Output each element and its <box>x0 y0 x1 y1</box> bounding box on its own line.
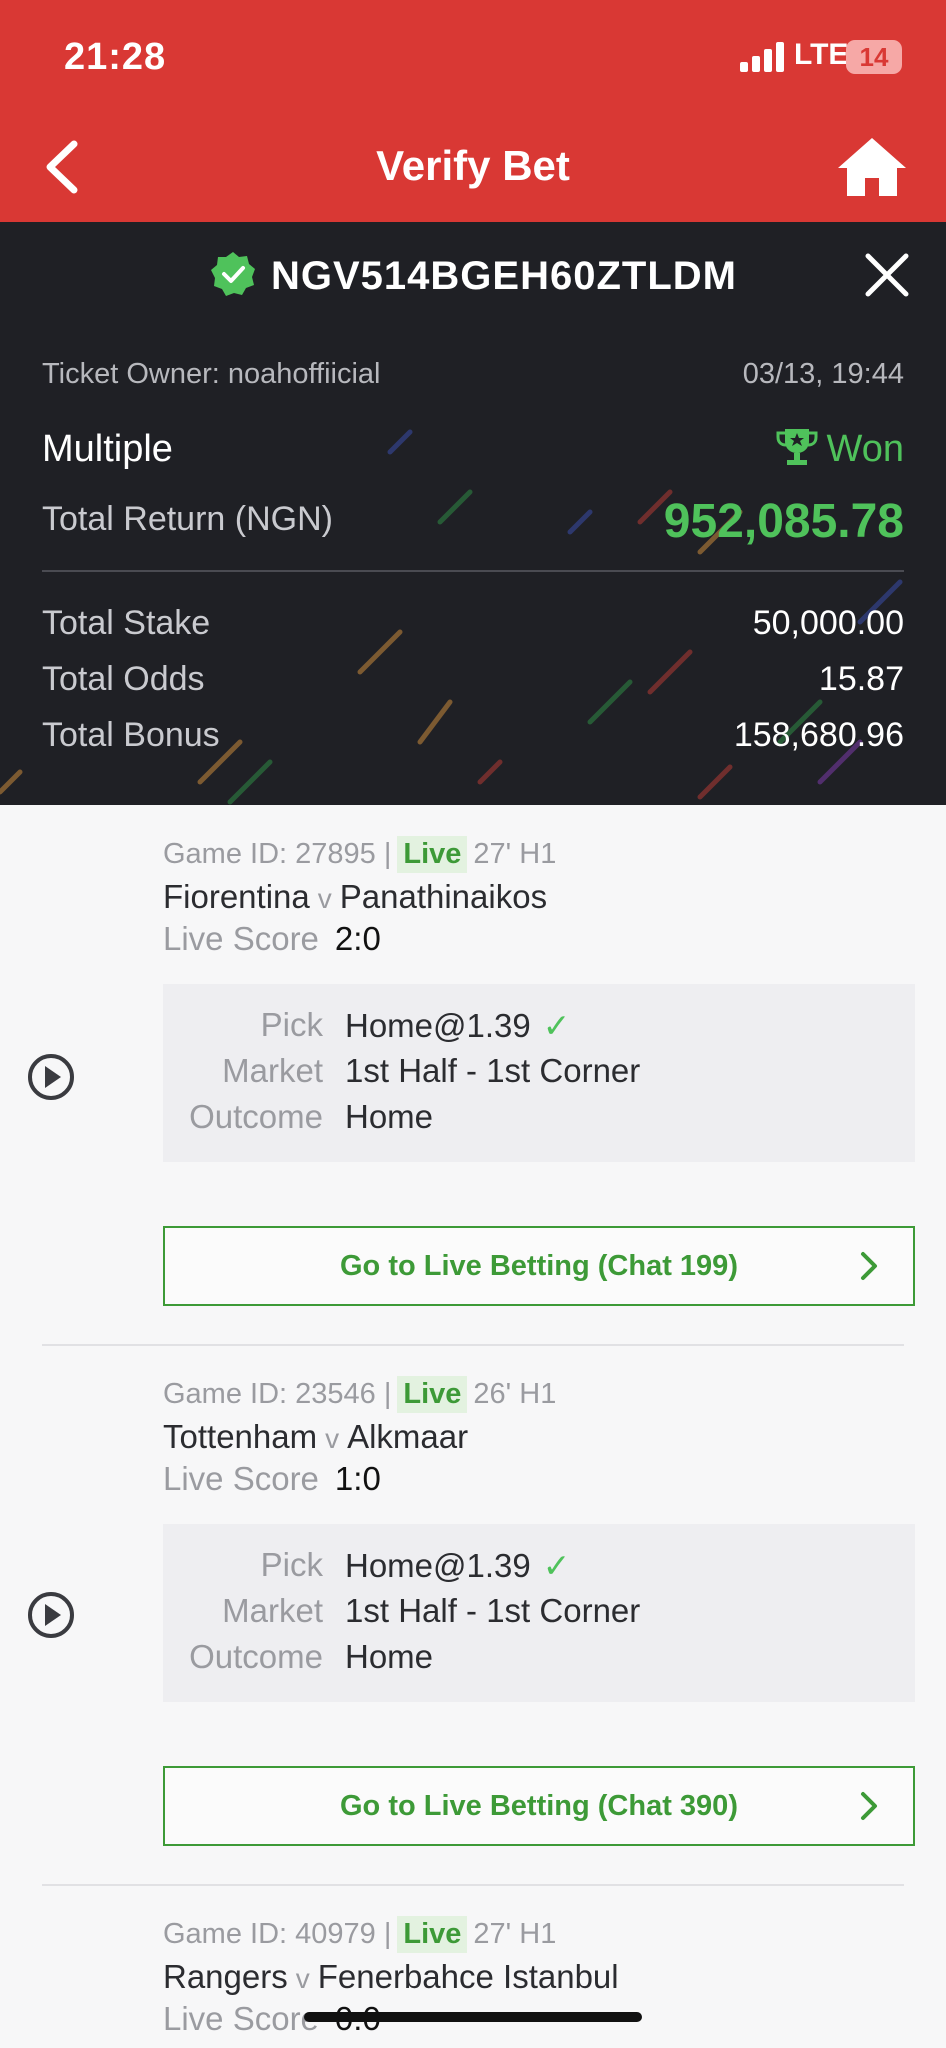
game-id-row: Game ID: 27895 | Live 27' H1 <box>163 836 556 873</box>
battery-icon: 14 <box>846 40 902 74</box>
ticket-code-text: NGV514BGEH60ZTLDM <box>271 254 737 298</box>
live-score-label: Live Score <box>163 2000 319 2037</box>
pick-value: Home@1.39 <box>345 1007 531 1044</box>
ticket-datetime: 03/13, 19:44 <box>742 358 904 390</box>
match-time: 27' H1 <box>473 838 557 870</box>
status-badge: Won <box>775 428 904 471</box>
away-team: Panathinaikos <box>339 878 548 915</box>
live-score-row: Live Score 1:0 <box>163 1460 381 1498</box>
home-team: Rangers <box>163 1958 288 1995</box>
check-icon: ✓ <box>542 1547 571 1584</box>
page-title: Verify Bet <box>376 142 570 189</box>
ticket-code: NGV514BGEH60ZTLDM <box>0 252 946 302</box>
verified-badge-icon <box>211 252 255 297</box>
pick-details: Pick Home@1.39 ✓ Market 1st Half - 1st Co… <box>163 1524 915 1702</box>
pick-value: Home@1.39 <box>345 1547 531 1584</box>
home-team: Fiorentina <box>163 878 310 915</box>
versus: v <box>295 1963 310 1994</box>
away-team: Fenerbahce Istanbul <box>317 1958 619 1995</box>
go-live-betting-label: Go to Live Betting (Chat 199) <box>340 1250 738 1282</box>
ticket-owner: Ticket Owner: noahoffiicial <box>42 358 381 390</box>
total-return-value: 952,085.78 <box>663 495 904 548</box>
pick-details: Pick Home@1.39 ✓ Market 1st Half - 1st Co… <box>163 984 915 1162</box>
go-live-betting-button[interactable]: Go to Live Betting (Chat 390) <box>163 1766 915 1846</box>
divider <box>42 1344 904 1346</box>
market-label: Market <box>222 1052 323 1089</box>
pick-value-row: Home@1.39 ✓ <box>345 1546 570 1585</box>
match-teams: Fiorentina v Panathinaikos <box>163 878 547 916</box>
live-badge: Live <box>397 836 468 873</box>
total-odds-value: 15.87 <box>818 660 904 698</box>
bet-type: Multiple <box>42 428 173 470</box>
signal-icon <box>740 42 784 72</box>
trophy-icon <box>776 428 818 465</box>
status-bar: 21:28 LTE 14 <box>0 0 946 110</box>
outcome-label: Outcome <box>189 1638 323 1675</box>
go-live-betting-label: Go to Live Betting (Chat 390) <box>340 1790 738 1822</box>
close-icon[interactable] <box>864 252 910 298</box>
outcome-label: Outcome <box>189 1098 323 1135</box>
game-id-row: Game ID: 40979 | Live 27' H1 <box>163 1916 556 1953</box>
outcome-value: Home <box>345 1098 434 1135</box>
versus: v <box>325 1423 340 1454</box>
versus: v <box>317 883 332 914</box>
away-team: Alkmaar <box>347 1418 469 1455</box>
total-return-label: Total Return (NGN) <box>42 500 333 538</box>
match-time: 26' H1 <box>473 1378 557 1410</box>
pick-label: Pick <box>260 1006 323 1043</box>
match-teams: Rangers v Fenerbahce Istanbul <box>163 1958 619 1996</box>
match-teams: Tottenham v Alkmaar <box>163 1418 468 1456</box>
home-icon[interactable] <box>836 136 908 198</box>
game-id-row: Game ID: 23546 | Live 26' H1 <box>163 1376 556 1413</box>
game-id: Game ID: 40979 | <box>163 1918 392 1950</box>
play-icon[interactable] <box>26 1590 76 1640</box>
live-score-value: 1:0 <box>334 1460 381 1497</box>
chevron-right-icon <box>861 1252 877 1280</box>
game-id: Game ID: 23546 | <box>163 1378 392 1410</box>
pick-value-row: Home@1.39 ✓ <box>345 1006 570 1045</box>
total-bonus-label: Total Bonus <box>42 716 220 754</box>
nav-bar: Verify Bet <box>0 110 946 222</box>
ticket-summary: NGV514BGEH60ZTLDM Ticket Owner: noahoffi… <box>0 222 946 805</box>
live-score-row: Live Score 2:0 <box>163 920 381 958</box>
total-odds-label: Total Odds <box>42 660 205 698</box>
total-stake-value: 50,000.00 <box>752 604 904 642</box>
total-bonus-value: 158,680.96 <box>733 716 904 754</box>
game-id: Game ID: 27895 | <box>163 838 392 870</box>
live-score-value: 2:0 <box>334 920 381 957</box>
divider <box>42 570 904 572</box>
live-score-label: Live Score <box>163 1460 319 1497</box>
match-time: 27' H1 <box>473 1918 557 1950</box>
divider <box>42 1884 904 1886</box>
live-score-label: Live Score <box>163 920 319 957</box>
total-stake-label: Total Stake <box>42 604 211 642</box>
live-badge: Live <box>397 1376 468 1413</box>
outcome-value: Home <box>345 1638 434 1675</box>
go-live-betting-button[interactable]: Go to Live Betting (Chat 199) <box>163 1226 915 1306</box>
home-indicator[interactable] <box>304 2012 642 2022</box>
chevron-right-icon <box>861 1792 877 1820</box>
network-type: LTE <box>794 38 849 71</box>
check-icon: ✓ <box>542 1007 571 1044</box>
home-team: Tottenham <box>163 1418 318 1455</box>
pick-label: Pick <box>260 1546 323 1583</box>
status-time: 21:28 <box>64 36 167 78</box>
market-value: 1st Half - 1st Corner <box>345 1052 641 1089</box>
market-label: Market <box>222 1592 323 1629</box>
market-value: 1st Half - 1st Corner <box>345 1592 641 1629</box>
live-badge: Live <box>397 1916 468 1953</box>
status-text: Won <box>826 428 904 470</box>
play-icon[interactable] <box>26 1052 76 1102</box>
